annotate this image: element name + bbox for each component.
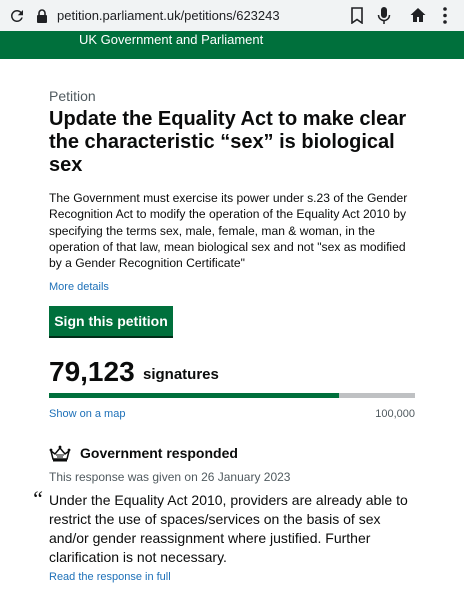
signature-target: 100,000 (375, 408, 415, 420)
response-quote: Under the Equality Act 2010, providers a… (49, 492, 408, 565)
home-icon[interactable] (409, 6, 427, 24)
bookmark-icon[interactable] (350, 7, 364, 24)
quote-mark: “ (31, 486, 44, 511)
reload-icon[interactable] (8, 7, 26, 25)
signature-label: signatures (143, 366, 219, 383)
page-title: Update the Equality Act to make clear th… (49, 108, 407, 176)
crown-icon (49, 445, 71, 462)
browser-toolbar: petition.parliament.uk/petitions/623243 (0, 0, 464, 31)
show-on-map-link[interactable]: Show on a map (49, 408, 125, 420)
signature-progress-fill (49, 393, 339, 398)
more-details-link[interactable]: More details (49, 281, 109, 293)
petition-caption: Petition (49, 88, 96, 104)
government-responded-heading: Government responded (80, 445, 238, 461)
signature-progress-bar (49, 393, 415, 398)
url-text: petition.parliament.uk/petitions/623243 (57, 8, 280, 23)
gov-banner: UK Government and Parliament (0, 31, 464, 59)
read-response-link[interactable]: Read the response in full (49, 571, 171, 583)
sign-petition-button[interactable]: Sign this petition (49, 306, 173, 336)
microphone-icon[interactable] (377, 6, 391, 25)
lock-icon (37, 8, 47, 23)
menu-icon[interactable] (442, 6, 448, 25)
response-date: This response was given on 26 January 20… (49, 470, 291, 484)
signature-count: 79,123 (49, 356, 135, 387)
address-bar[interactable]: petition.parliament.uk/petitions/623243 (32, 3, 336, 28)
gov-banner-link[interactable]: UK Government and Parliament (79, 32, 263, 47)
petition-summary: The Government must exercise its power u… (49, 191, 408, 271)
